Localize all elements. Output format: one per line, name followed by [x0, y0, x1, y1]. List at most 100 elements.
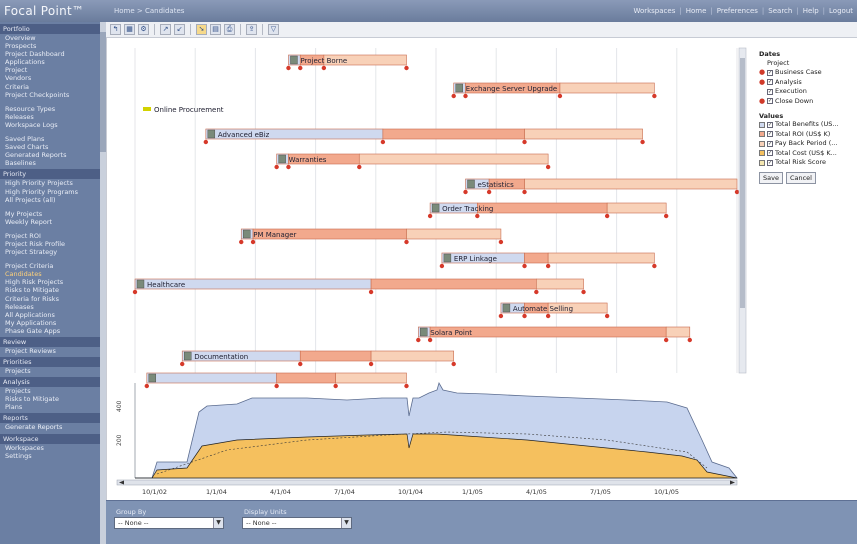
nav-link-logout[interactable]: Logout [829, 7, 853, 15]
phase-marker[interactable] [427, 337, 433, 343]
value-checkbox[interactable]: ✓ [767, 121, 773, 128]
phase-marker[interactable] [132, 289, 138, 295]
phase-marker[interactable] [368, 289, 374, 295]
phase-marker[interactable] [545, 313, 551, 319]
gantt-phase-segment[interactable] [146, 372, 277, 384]
phase-marker[interactable] [498, 313, 504, 319]
pointer-icon[interactable]: ➘ [196, 24, 207, 35]
sidebar-item[interactable]: All Applications [0, 311, 106, 319]
breadcrumb[interactable]: Home > Candidates [114, 7, 184, 15]
phase-marker[interactable] [604, 313, 610, 319]
display-units-select[interactable]: -- None -- ▼ [242, 517, 352, 529]
phase-marker[interactable] [522, 189, 527, 195]
phase-marker[interactable] [522, 313, 527, 319]
phase-marker[interactable] [180, 361, 185, 367]
phase-marker[interactable] [274, 164, 279, 170]
phase-marker[interactable] [368, 361, 374, 367]
phase-marker[interactable] [286, 164, 291, 170]
phase-marker[interactable] [321, 65, 327, 71]
phase-marker[interactable] [439, 263, 445, 269]
gantt-phase-segment[interactable] [335, 372, 407, 384]
phase-marker[interactable] [463, 189, 468, 195]
phase-marker[interactable] [498, 239, 504, 245]
phase-marker[interactable] [286, 65, 291, 71]
gantt-phase-segment[interactable] [559, 82, 655, 94]
sidebar-item[interactable]: My Applications [0, 319, 106, 327]
sidebar-item[interactable]: Projects [0, 367, 106, 375]
phase-checkbox[interactable]: ✓ [767, 98, 773, 105]
phase-marker[interactable] [357, 164, 362, 170]
sidebar-item[interactable]: Workspaces [0, 444, 106, 452]
sidebar-item[interactable]: Overview [0, 34, 106, 42]
sidebar-item[interactable]: Project [0, 66, 106, 74]
sidebar-item[interactable]: Project Criteria [0, 262, 106, 270]
gantt-phase-segment[interactable] [524, 178, 738, 190]
sidebar-item[interactable]: High Risk Projects [0, 278, 106, 286]
export-icon[interactable]: ⇪ [246, 24, 257, 35]
phase-marker[interactable] [239, 239, 244, 245]
phase-marker[interactable] [663, 337, 669, 343]
sidebar-item[interactable]: Plans [0, 403, 106, 411]
value-checkbox[interactable]: ✓ [767, 159, 773, 166]
grid-icon[interactable]: ▦ [124, 24, 135, 35]
phase-marker[interactable] [534, 289, 539, 295]
sidebar-item[interactable]: Candidates [0, 270, 106, 278]
value-checkbox[interactable]: ✓ [767, 150, 773, 157]
sidebar-item[interactable]: Project ROI [0, 232, 106, 240]
gantt-phase-segment[interactable] [370, 278, 537, 290]
nav-link-preferences[interactable]: Preferences [717, 7, 758, 15]
chevron-down-icon[interactable]: ▼ [341, 518, 351, 528]
phase-marker[interactable] [298, 65, 303, 71]
sidebar-item[interactable]: High Priority Programs [0, 188, 106, 196]
filter-icon[interactable]: ▽ [268, 24, 279, 35]
phase-marker[interactable] [581, 289, 586, 295]
phase-checkbox[interactable]: ✓ [767, 69, 773, 76]
gantt-phase-segment[interactable] [524, 128, 643, 140]
phase-marker[interactable] [652, 93, 657, 99]
sidebar-item[interactable]: Settings [0, 452, 106, 460]
sidebar-item[interactable]: Project Strategy [0, 248, 106, 256]
phase-marker[interactable] [203, 139, 209, 145]
back-icon[interactable]: ↰ [110, 24, 121, 35]
phase-marker[interactable] [463, 93, 468, 99]
phase-marker[interactable] [404, 239, 409, 245]
table-icon[interactable]: ▤ [210, 24, 221, 35]
value-checkbox[interactable]: ✓ [767, 131, 773, 138]
phase-marker[interactable] [404, 383, 409, 389]
phase-marker[interactable] [734, 189, 740, 195]
sidebar-item[interactable]: Project Dashboard [0, 50, 106, 58]
sidebar-item[interactable]: Saved Charts [0, 143, 106, 151]
sidebar-item[interactable]: Prospects [0, 42, 106, 50]
value-checkbox[interactable]: ✓ [767, 140, 773, 147]
sidebar-item[interactable]: Project Reviews [0, 347, 106, 355]
gantt-phase-segment[interactable] [276, 372, 336, 384]
chevron-down-icon[interactable]: ▼ [213, 518, 223, 528]
phase-marker[interactable] [451, 93, 456, 99]
phase-marker[interactable] [475, 213, 480, 219]
gantt-phase-segment[interactable] [547, 252, 655, 264]
phase-marker[interactable] [522, 139, 527, 145]
phase-marker[interactable] [652, 263, 657, 269]
sidebar-item[interactable]: Resource Types [0, 105, 106, 113]
gantt-scroll-thumb[interactable] [740, 58, 745, 308]
phase-marker[interactable] [545, 164, 551, 170]
phase-marker[interactable] [486, 189, 492, 195]
gantt-phase-segment[interactable] [524, 252, 549, 264]
gantt-phase-segment[interactable] [477, 202, 608, 214]
phase-marker[interactable] [298, 361, 303, 367]
timeline-scrollbar[interactable] [116, 479, 738, 486]
phase-marker[interactable] [250, 239, 256, 245]
phase-marker[interactable] [404, 65, 409, 71]
sidebar-item[interactable]: Risks to Mitigate [0, 395, 106, 403]
sidebar-item[interactable]: Baselines [0, 159, 106, 167]
sidebar-item[interactable]: Project Risk Profile [0, 240, 106, 248]
sidebar-item[interactable]: Vendors [0, 74, 106, 82]
sidebar-item[interactable]: Saved Plans [0, 135, 106, 143]
gantt-phase-segment[interactable] [536, 278, 584, 290]
group-by-select[interactable]: -- None -- ▼ [114, 517, 224, 529]
sidebar-item[interactable]: Releases [0, 303, 106, 311]
sidebar-item[interactable]: My Projects [0, 210, 106, 218]
phase-checkbox[interactable]: ✓ [767, 88, 773, 95]
sidebar-item[interactable]: Criteria [0, 83, 106, 91]
sidebar-item[interactable]: Risks to Mitigate [0, 286, 106, 294]
